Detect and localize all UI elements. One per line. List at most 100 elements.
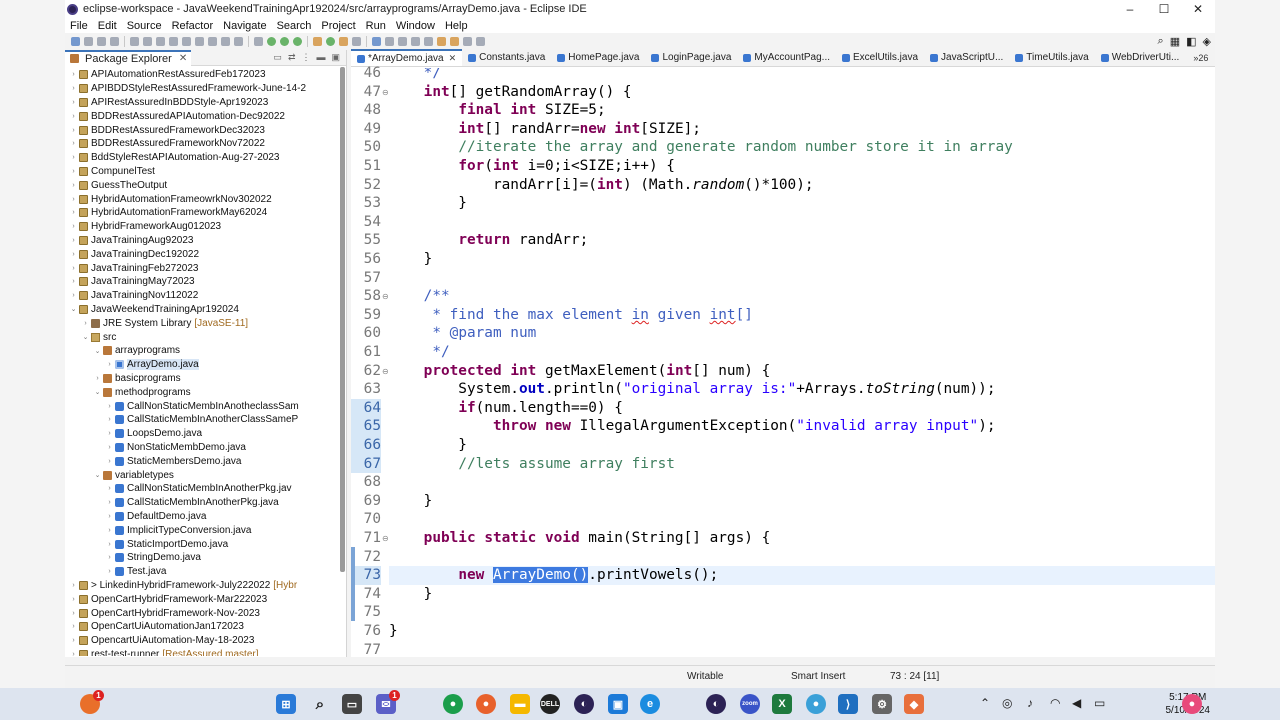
git-icon[interactable]: ◆ — [904, 694, 924, 714]
tree-item[interactable]: › CompunelTest — [65, 165, 341, 179]
menu-refactor[interactable]: Refactor — [167, 20, 219, 32]
collapsed-chevron-icon[interactable]: › — [69, 582, 78, 589]
search-taskbar-icon[interactable]: ⌕ — [310, 694, 330, 714]
dell-icon[interactable]: DELL — [540, 694, 560, 714]
line-number[interactable]: 66 — [351, 436, 381, 455]
fold-toggle-icon[interactable]: ⊖ — [382, 292, 389, 301]
tree-item[interactable]: › CallStaticMembInAnotherClassSameP — [65, 413, 341, 427]
pin-editor-icon[interactable] — [476, 36, 485, 46]
menu-window[interactable]: Window — [391, 20, 440, 32]
collapsed-chevron-icon[interactable]: › — [105, 513, 114, 520]
tree-item[interactable]: › OpenCartHybridFramework-Nov-2023 — [65, 606, 341, 620]
status-insert-mode[interactable]: Smart Insert — [791, 671, 845, 682]
tree-item[interactable]: › NonStaticMembDemo.java — [65, 441, 341, 455]
tree-item[interactable]: › JRE System Library [JavaSE-11] — [65, 316, 341, 330]
collapsed-chevron-icon[interactable]: › — [105, 527, 114, 534]
tree-item[interactable]: ⌄ JavaWeekendTrainingApr192024 — [65, 303, 341, 317]
expanded-chevron-icon[interactable]: ⌄ — [93, 388, 102, 396]
expanded-chevron-icon[interactable]: ⌄ — [69, 305, 78, 313]
tree-item[interactable]: › HybridFrameworkAug012023 — [65, 220, 341, 234]
tree-item[interactable]: › OpenCartHybridFramework-Mar222023 — [65, 592, 341, 606]
code-line[interactable]: int[] randArr=new int[SIZE]; — [389, 120, 1215, 139]
tree-item[interactable]: › CallStaticMembInAnotherPkg.java — [65, 496, 341, 510]
line-number[interactable]: 74 — [351, 585, 381, 604]
edge-icon[interactable]: e — [640, 694, 660, 714]
code-line[interactable]: return randArr; — [389, 231, 1215, 250]
save-icon[interactable] — [84, 36, 93, 46]
tree-item[interactable]: › DefaultDemo.java — [65, 510, 341, 524]
tree-item[interactable]: › APIRestAssuredInBDDStyle-Apr192023 — [65, 96, 341, 110]
editor-tab[interactable]: JavaScriptU... — [924, 49, 1009, 66]
collapsed-chevron-icon[interactable]: › — [105, 499, 114, 506]
step-into-icon[interactable] — [208, 36, 217, 46]
disconnect-icon[interactable] — [195, 36, 204, 46]
tree-item[interactable]: › BDDRestAssuredAPIAutomation-Dec92022 — [65, 109, 341, 123]
menu-navigate[interactable]: Navigate — [218, 20, 271, 32]
tree-item[interactable]: ⌄ arrayprograms — [65, 344, 341, 358]
code-line[interactable] — [389, 510, 1215, 529]
debug-icon[interactable] — [254, 36, 263, 46]
tree-item[interactable]: › Test.java — [65, 565, 341, 579]
editor-tab[interactable]: LoginPage.java — [645, 49, 737, 66]
code-line[interactable] — [389, 603, 1215, 622]
skip-breakpoints-icon[interactable] — [143, 36, 152, 46]
link-with-editor-icon[interactable]: ⇄ — [288, 52, 296, 63]
code-line[interactable]: //lets assume array first — [389, 455, 1215, 474]
tree-item[interactable]: › basicprograms — [65, 372, 341, 386]
collapsed-chevron-icon[interactable]: › — [69, 168, 78, 175]
line-number[interactable]: 62 — [351, 362, 381, 381]
tree-item[interactable]: › JavaTrainingMay72023 — [65, 275, 341, 289]
step-over-icon[interactable] — [221, 36, 230, 46]
collapsed-chevron-icon[interactable]: › — [69, 182, 78, 189]
close-icon[interactable]: ✕ — [179, 53, 187, 64]
step-return-icon[interactable] — [234, 36, 243, 46]
close-tab-icon[interactable]: ✕ — [449, 53, 457, 64]
editor-tab[interactable]: ExcelUtils.java — [836, 49, 924, 66]
collapsed-chevron-icon[interactable]: › — [105, 430, 114, 437]
tree-item[interactable]: › HybridAutomationFrameowrkNov302022 — [65, 192, 341, 206]
code-line[interactable] — [389, 213, 1215, 232]
tab-overflow-button[interactable]: »26 — [1193, 53, 1208, 63]
line-number[interactable]: 64 — [351, 398, 381, 418]
collapsed-chevron-icon[interactable]: › — [81, 320, 90, 327]
menu-source[interactable]: Source — [122, 20, 167, 32]
perspective-icon[interactable]: ▦ — [1170, 35, 1180, 48]
coverage-icon[interactable] — [280, 36, 289, 46]
line-number[interactable]: 52 — [351, 176, 381, 195]
code-line[interactable] — [389, 548, 1215, 567]
tree-item[interactable]: › BddStyleRestAPIAutomation-Aug-27-2023 — [65, 151, 341, 165]
tree-item[interactable]: › GuessTheOutput — [65, 178, 341, 192]
line-number[interactable]: 65 — [351, 417, 381, 436]
collapsed-chevron-icon[interactable]: › — [69, 610, 78, 617]
external-tools-icon[interactable] — [293, 36, 302, 46]
next-annotation-icon[interactable] — [411, 36, 420, 46]
new-java-project-icon[interactable] — [313, 36, 322, 46]
weather-icon[interactable]: 1 — [80, 690, 104, 714]
new-icon[interactable] — [71, 36, 80, 46]
fold-toggle-icon[interactable]: ⊖ — [382, 88, 389, 97]
previous-annotation-icon[interactable] — [424, 36, 433, 46]
minimize-button[interactable]: – — [1113, 0, 1147, 18]
last-edit-location-icon[interactable] — [437, 36, 446, 46]
line-number[interactable]: 50 — [351, 138, 381, 157]
back-icon[interactable] — [450, 36, 459, 46]
collapsed-chevron-icon[interactable]: › — [69, 292, 78, 299]
tree-item[interactable]: › APIAutomationRestAssuredFeb172023 — [65, 68, 341, 82]
expanded-chevron-icon[interactable]: ⌄ — [93, 347, 102, 355]
tree-item[interactable]: › StaticMembersDemo.java — [65, 454, 341, 468]
menu-edit[interactable]: Edit — [93, 20, 122, 32]
vscode-icon[interactable]: ⟩ — [838, 694, 858, 714]
forward-icon[interactable] — [463, 36, 472, 46]
status-cursor-position[interactable]: 73 : 24 [11] — [890, 671, 939, 682]
maximize-button[interactable]: ☐ — [1147, 0, 1181, 18]
run-icon[interactable] — [267, 36, 276, 46]
tree-item[interactable]: › StringDemo.java — [65, 551, 341, 565]
collapsed-chevron-icon[interactable]: › — [105, 444, 114, 451]
line-number[interactable]: 75 — [351, 603, 381, 622]
code-line[interactable]: final int SIZE=5; — [389, 101, 1215, 120]
terminal-icon[interactable] — [130, 36, 139, 46]
terminate-icon[interactable] — [182, 36, 191, 46]
settings-icon[interactable]: ⚙ — [872, 694, 892, 714]
toggle-mark-occurrences-icon[interactable] — [372, 36, 381, 46]
microphone-icon[interactable]: ♪ — [1027, 696, 1033, 710]
